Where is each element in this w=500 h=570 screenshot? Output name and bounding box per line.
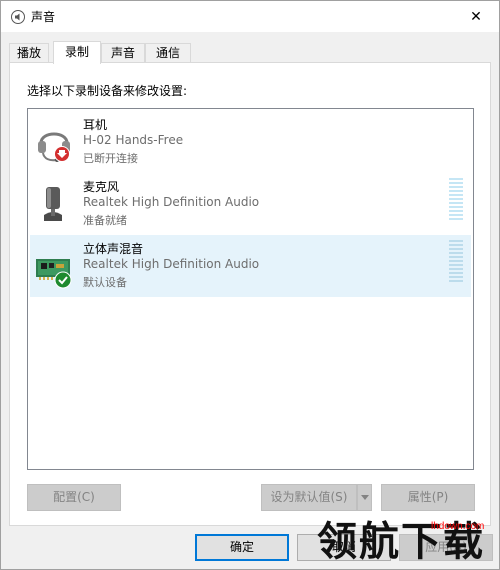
microphone-icon	[44, 187, 62, 221]
chevron-down-icon	[360, 495, 369, 500]
device-item-microphone[interactable]: 麦克风 Realtek High Definition Audio 准备就绪	[30, 173, 471, 235]
configure-button[interactable]: 配置(C)	[27, 484, 121, 511]
device-name: 立体声混音	[83, 242, 144, 256]
sound-card-icon	[36, 259, 72, 289]
sound-dialog: 声音 ✕ 播放 录制 声音 通信 选择以下录制设备来修改设置: 耳机 H-02 …	[0, 0, 500, 570]
level-meter	[449, 178, 463, 220]
instruction-label: 选择以下录制设备来修改设置:	[27, 84, 188, 98]
device-name: 麦克风	[83, 180, 120, 194]
check-badge	[54, 271, 72, 289]
recording-panel: 选择以下录制设备来修改设置: 耳机 H-02 Hands-Free 已断开连接 …	[9, 62, 491, 526]
device-status: 已断开连接	[83, 152, 138, 165]
set-default-button[interactable]: 设为默认值(S)	[261, 484, 357, 511]
recording-device-list[interactable]: 耳机 H-02 Hands-Free 已断开连接 麦克风 Realtek Hig…	[27, 108, 474, 470]
close-icon: ✕	[470, 8, 482, 25]
headset-icon	[38, 132, 70, 162]
close-button[interactable]: ✕	[453, 1, 499, 32]
window-title: 声音	[31, 10, 56, 24]
watermark-logo: 领航下载	[317, 518, 485, 565]
tab-communications[interactable]: 通信	[145, 43, 191, 63]
device-status: 准备就绪	[83, 214, 127, 227]
speaker-icon	[11, 10, 25, 24]
device-description: H-02 Hands-Free	[83, 133, 184, 147]
tab-playback[interactable]: 播放	[9, 43, 49, 63]
ok-button[interactable]: 确定	[195, 534, 289, 561]
device-status: 默认设备	[83, 276, 127, 289]
properties-button[interactable]: 属性(P)	[381, 484, 475, 511]
device-item-stereo-mix[interactable]: 立体声混音 Realtek High Definition Audio 默认设备	[30, 235, 471, 297]
tab-recording[interactable]: 录制	[53, 41, 101, 64]
device-description: Realtek High Definition Audio	[83, 257, 260, 271]
down-arrow-badge	[54, 146, 70, 162]
title-bar: 声音 ✕	[1, 1, 499, 32]
watermark-url: lhdown.com	[431, 521, 485, 532]
tab-sounds[interactable]: 声音	[101, 43, 145, 63]
set-default-dropdown[interactable]	[357, 484, 372, 511]
device-description: Realtek High Definition Audio	[83, 195, 260, 209]
device-item-headset[interactable]: 耳机 H-02 Hands-Free 已断开连接	[30, 111, 471, 173]
level-meter	[449, 240, 463, 282]
device-name: 耳机	[83, 118, 108, 132]
